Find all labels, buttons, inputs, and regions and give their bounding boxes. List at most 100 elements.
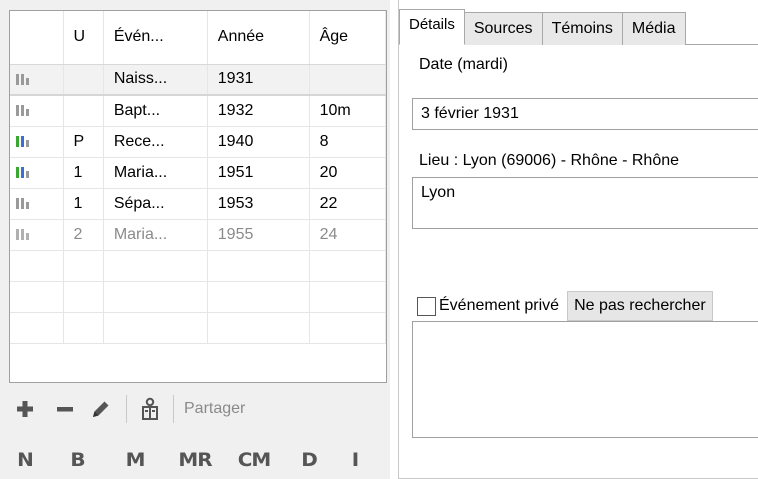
table-row[interactable]: Naiss... 1931 bbox=[10, 64, 386, 96]
event-cell bbox=[103, 281, 208, 313]
table-row[interactable]: 1 Maria... 1951 20 bbox=[10, 157, 386, 189]
edit-event-button[interactable] bbox=[86, 394, 116, 424]
union-cell bbox=[63, 95, 104, 127]
person-box-icon bbox=[142, 397, 158, 420]
source-quality-cell bbox=[10, 312, 64, 344]
tab-details[interactable]: Détails bbox=[399, 9, 465, 45]
column-header-union[interactable]: U bbox=[63, 11, 104, 65]
shortcut-religious-marriage[interactable]: MR bbox=[164, 449, 227, 471]
event-cell: Maria... bbox=[103, 219, 208, 251]
year-cell bbox=[207, 312, 310, 344]
event-cell bbox=[103, 312, 208, 344]
no-search-button[interactable]: Ne pas rechercher bbox=[567, 291, 713, 321]
source-quality-icon bbox=[16, 166, 29, 178]
events-table-body: Naiss... 1931 Bapt... 1932 10m P Rece... 1940 8 1… bbox=[10, 64, 386, 344]
source-quality-cell bbox=[10, 64, 64, 96]
place-label: Lieu : Lyon (69006) - Rhône - Rhône bbox=[419, 152, 680, 169]
tab-witnesses[interactable]: Témoins bbox=[541, 12, 623, 45]
minus-icon bbox=[57, 407, 73, 412]
union-cell: 1 bbox=[63, 188, 104, 220]
shortcut-death[interactable]: D bbox=[282, 449, 337, 471]
source-quality-cell bbox=[10, 219, 64, 251]
union-cell bbox=[63, 64, 104, 96]
shortcut-marriage-contract[interactable]: CM bbox=[224, 449, 285, 471]
event-notes-field[interactable] bbox=[412, 321, 758, 438]
details-tabs: Détails Sources Témoins Média bbox=[399, 9, 758, 45]
event-cell: Bapt... bbox=[103, 95, 208, 127]
event-cell: Maria... bbox=[103, 157, 208, 189]
age-cell: 20 bbox=[309, 157, 386, 189]
age-cell bbox=[309, 312, 386, 344]
source-quality-cell bbox=[10, 281, 64, 313]
column-header-event[interactable]: Évén... bbox=[103, 11, 208, 65]
column-header-year[interactable]: Année bbox=[207, 11, 310, 65]
events-table: U Évén... Année Âge Naiss... 1931 Bapt... 1… bbox=[10, 11, 386, 344]
union-cell bbox=[63, 312, 104, 344]
union-cell bbox=[63, 281, 104, 313]
year-cell: 1931 bbox=[207, 64, 310, 96]
age-cell bbox=[309, 64, 386, 96]
source-quality-icon bbox=[16, 73, 29, 85]
age-cell: 24 bbox=[309, 219, 386, 251]
private-event-row: Événement privé Ne pas rechercher bbox=[417, 291, 713, 321]
year-cell bbox=[207, 250, 310, 282]
event-cell bbox=[103, 250, 208, 282]
event-cell: Rece... bbox=[103, 126, 208, 158]
add-event-button[interactable] bbox=[10, 394, 40, 424]
toolbar-separator bbox=[126, 395, 127, 423]
remove-event-button[interactable] bbox=[48, 394, 82, 424]
source-quality-cell bbox=[10, 157, 64, 189]
table-row[interactable] bbox=[10, 250, 386, 282]
tab-media[interactable]: Média bbox=[621, 12, 686, 45]
source-quality-cell bbox=[10, 250, 64, 282]
union-cell: 2 bbox=[63, 219, 104, 251]
union-cell: P bbox=[63, 126, 104, 158]
column-header-indicator[interactable] bbox=[10, 11, 64, 65]
shortcut-marriage[interactable]: M bbox=[104, 449, 167, 471]
table-row[interactable]: 1 Sépa... 1953 22 bbox=[10, 188, 386, 220]
event-details-panel: Détails Sources Témoins Média Date (mard… bbox=[398, 0, 758, 479]
witness-button[interactable] bbox=[137, 394, 163, 424]
table-row[interactable]: Bapt... 1932 10m bbox=[10, 95, 386, 127]
place-field[interactable]: Lyon bbox=[412, 177, 758, 229]
events-panel: U Évén... Année Âge Naiss... 1931 Bapt... 1… bbox=[0, 0, 390, 479]
source-quality-icon bbox=[16, 197, 29, 209]
share-button[interactable]: Partager bbox=[184, 400, 245, 418]
union-cell bbox=[63, 250, 104, 282]
table-row[interactable]: P Rece... 1940 8 bbox=[10, 126, 386, 158]
events-toolbar: Partager bbox=[0, 386, 390, 432]
pencil-icon bbox=[93, 401, 109, 417]
private-event-label[interactable]: Événement privé bbox=[439, 297, 559, 315]
event-cell: Naiss... bbox=[103, 64, 208, 96]
plus-icon bbox=[17, 401, 33, 417]
source-quality-icon bbox=[16, 135, 29, 147]
union-cell: 1 bbox=[63, 157, 104, 189]
source-quality-icon bbox=[16, 228, 29, 240]
year-cell: 1955 bbox=[207, 219, 310, 251]
private-event-checkbox[interactable] bbox=[417, 296, 436, 316]
shortcut-baptism[interactable]: B bbox=[49, 449, 107, 471]
source-quality-cell bbox=[10, 188, 64, 220]
table-row[interactable] bbox=[10, 312, 386, 344]
toolbar-separator bbox=[173, 395, 174, 423]
table-row[interactable]: 2 Maria... 1955 24 bbox=[10, 219, 386, 251]
age-cell: 22 bbox=[309, 188, 386, 220]
shortcut-burial[interactable]: I bbox=[334, 449, 376, 471]
source-quality-cell bbox=[10, 95, 64, 127]
year-cell: 1953 bbox=[207, 188, 310, 220]
year-cell: 1940 bbox=[207, 126, 310, 158]
age-cell: 8 bbox=[309, 126, 386, 158]
shortcut-birth[interactable]: N bbox=[0, 449, 51, 471]
age-cell bbox=[309, 250, 386, 282]
tab-sources[interactable]: Sources bbox=[463, 12, 543, 45]
date-field[interactable]: 3 février 1931 bbox=[412, 98, 758, 130]
source-quality-icon bbox=[16, 105, 29, 117]
source-quality-cell bbox=[10, 126, 64, 158]
age-cell bbox=[309, 281, 386, 313]
column-header-age[interactable]: Âge bbox=[309, 11, 386, 65]
table-row[interactable] bbox=[10, 281, 386, 313]
events-table-frame: U Évén... Année Âge Naiss... 1931 Bapt... 1… bbox=[9, 10, 387, 383]
year-cell bbox=[207, 281, 310, 313]
age-cell: 10m bbox=[309, 95, 386, 127]
year-cell: 1932 bbox=[207, 95, 310, 127]
